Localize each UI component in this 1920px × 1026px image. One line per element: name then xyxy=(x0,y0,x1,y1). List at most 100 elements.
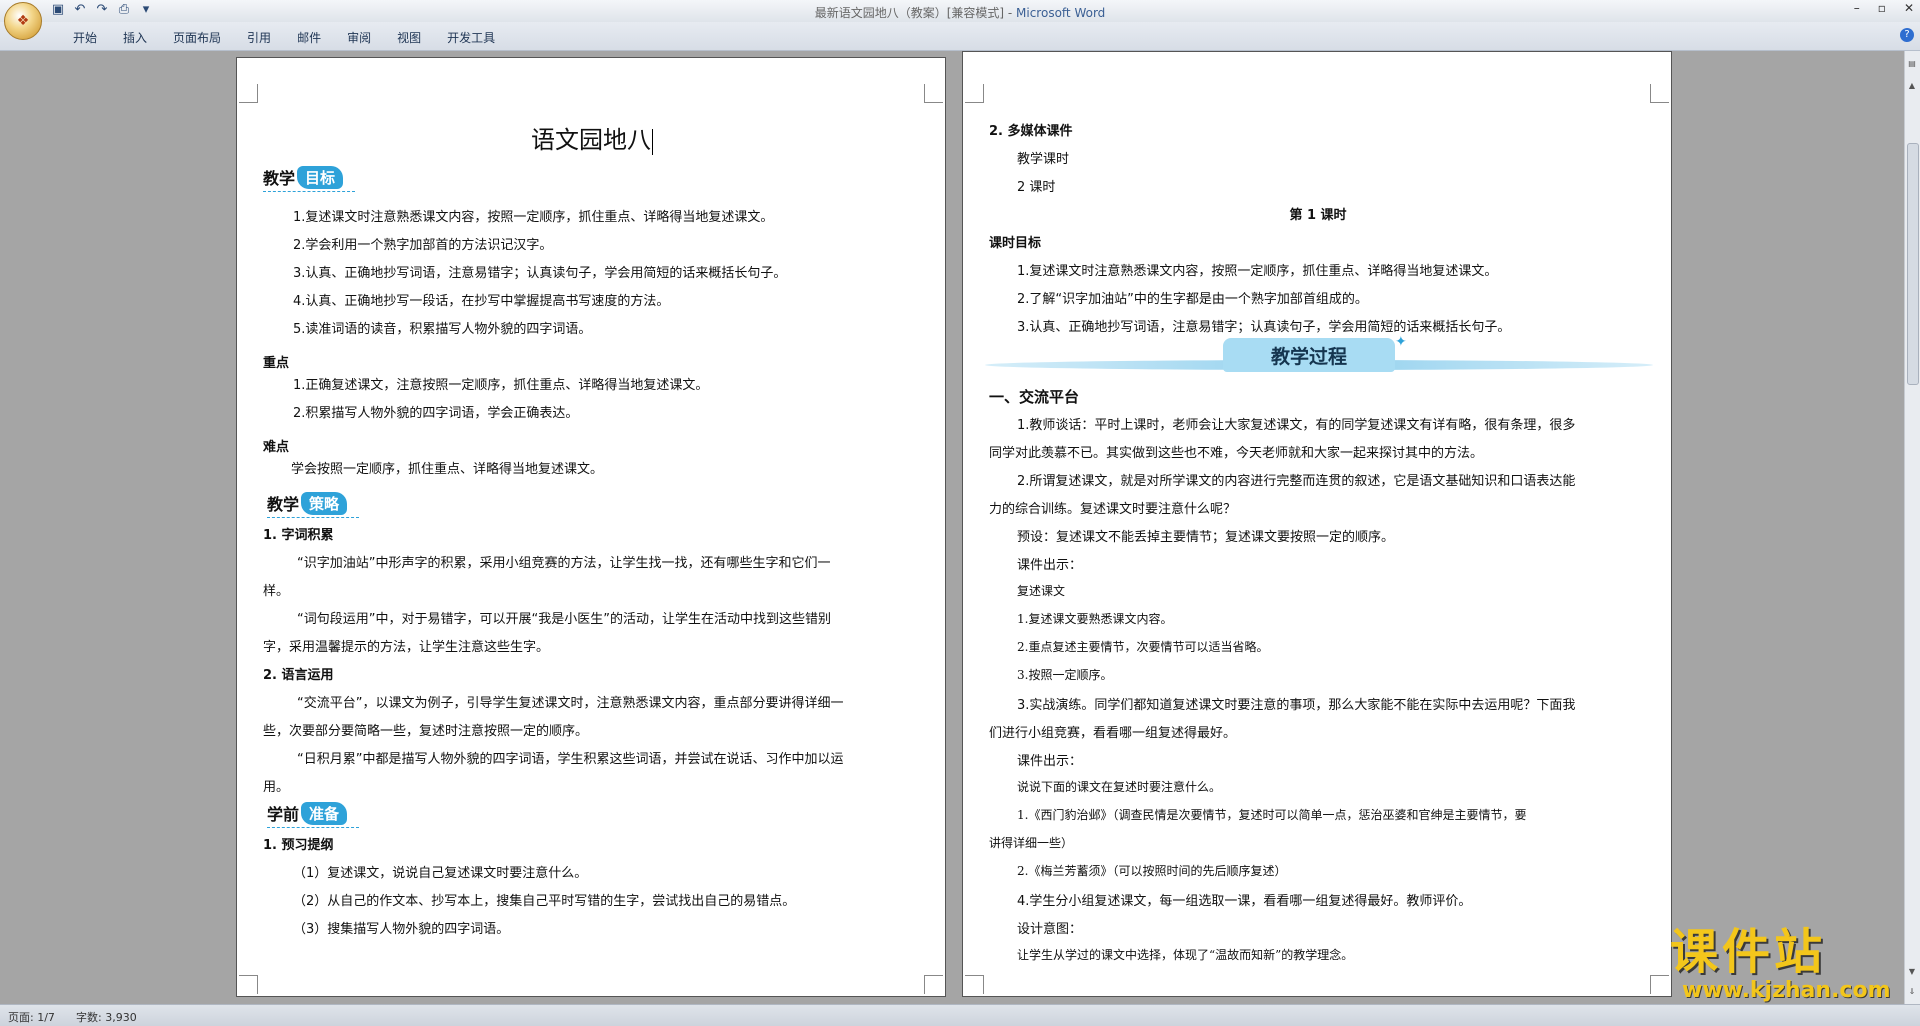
slide-line: 3.按照一定顺序。 xyxy=(1017,668,1113,682)
slide-line: 2.重点复述主要情节，次要情节可以适当省略。 xyxy=(1017,640,1269,654)
sparkle-icon: ✦ xyxy=(1395,334,1407,350)
window-title: 最新语文园地八（教案）[兼容模式] - Microsoft Word xyxy=(814,6,1106,20)
lesson-goal-item: 3.认真、正确地抄写词语，注意易错字；认真读句子，学会用简短的话来概括长句子。 xyxy=(1017,320,1511,335)
slide-line: 复述课文 xyxy=(1017,584,1066,598)
goal-item: 5.读准词语的读音，积累描写人物外貌的四字词语。 xyxy=(293,322,592,337)
word-count[interactable]: 字数: 3,930 xyxy=(76,1009,137,1025)
ribbon-tabs: 开始 插入 页面布局 引用 邮件 审阅 视图 开发工具 xyxy=(60,29,508,46)
ruler-toggle-icon[interactable]: ▤ xyxy=(1907,59,1917,69)
scroll-up-icon[interactable]: ▲ xyxy=(1907,81,1917,91)
close-icon[interactable]: ✕ xyxy=(1904,1,1914,15)
slide-line: 2.《梅兰芳蓄须》（可以按照时间的先后顺序复述） xyxy=(1017,864,1287,878)
prep-item: （3）搜集描写人物外貌的四字词语。 xyxy=(293,922,510,937)
banner-label: 教学过程 xyxy=(1223,338,1395,372)
goal-item: 3.认真、正确地抄写词语，注意易错字；认真读句子，学会用简短的话来概括长句子。 xyxy=(293,266,787,281)
ribbon-tab-bar: 开始 插入 页面布局 引用 邮件 审阅 视图 开发工具 ? xyxy=(0,22,1920,51)
window-controls: – ▫ ✕ xyxy=(1854,1,1914,15)
strategy-line: “交流平台”，以课文为例子，引导学生复述课文时，注意熟悉课文内容，重点部分要讲得… xyxy=(297,696,844,711)
part-heading: 一、交流平台 xyxy=(989,388,1080,406)
ribbon-tab[interactable]: 开发工具 xyxy=(434,29,508,46)
strategy-line: “日积月累”中都是描写人物外貌的四字词语，学生积累这些词语，并尝试在说话、习作中… xyxy=(297,752,844,767)
text-cursor xyxy=(652,128,653,155)
prep-heading: 1. 预习提纲 xyxy=(263,838,334,853)
document-workspace: 语文园地八 教学 目标 1.复述课文时注意熟悉课文内容，按照一定顺序，抓住重点、… xyxy=(0,51,1905,1004)
slide-line: 讲得详细一些） xyxy=(989,836,1074,850)
lesson-goal-item: 1.复述课文时注意熟悉课文内容，按照一定顺序，抓住重点、详略得当地复述课文。 xyxy=(1017,264,1498,279)
lesson-goal-item: 2.了解“识字加油站”中的生字都是由一个熟字加部首组成的。 xyxy=(1017,292,1368,307)
margin-corner xyxy=(965,84,984,103)
strategy-line: “识字加油站”中形声字的积累，采用小组竞赛的方法，让学生找一找，还有哪些生字和它… xyxy=(297,556,831,571)
strategy-heading: 1. 字词积累 xyxy=(263,528,334,543)
section-underline xyxy=(267,517,359,518)
slide-line: 1.复述课文要熟悉课文内容。 xyxy=(1017,612,1173,626)
margin-corner xyxy=(239,84,258,103)
vertical-scrollbar[interactable]: ▤ ▲ ▼ ⇓ xyxy=(1904,51,1920,1004)
body-line: 们进行小组竞赛，看看哪一组复述得最好。 xyxy=(989,726,1237,741)
goal-item: 2.学会利用一个熟字加部首的方法识记汉字。 xyxy=(293,238,553,253)
difficult-heading: 难点 xyxy=(263,440,290,455)
body-line: 课件出示： xyxy=(1017,754,1083,769)
margin-corner xyxy=(924,84,943,103)
section-underline xyxy=(267,827,359,828)
media-heading: 2. 多媒体课件 xyxy=(989,124,1073,139)
body-line: 设计意图： xyxy=(1017,922,1083,937)
ribbon-tab[interactable]: 引用 xyxy=(234,29,284,46)
office-button[interactable]: ❖ xyxy=(4,2,42,40)
margin-corner xyxy=(924,975,943,994)
strategy-line: 样。 xyxy=(263,584,290,599)
margin-corner xyxy=(965,975,984,994)
strategy-line: “词句段运用”中，对于易错字，可以开展“我是小医生”的活动，让学生在活动中找到这… xyxy=(297,612,831,627)
document-title[interactable]: 语文园地八 xyxy=(237,120,945,155)
help-icon[interactable]: ? xyxy=(1900,28,1914,42)
margin-corner xyxy=(239,975,258,994)
ribbon-tab[interactable]: 插入 xyxy=(110,29,160,46)
slide-line: 1.《西门豹治邺》（调查民情是次要情节，复述时可以简单一点，惩治巫婆和官绅是主要… xyxy=(1017,808,1527,822)
key-points-heading: 重点 xyxy=(263,356,290,371)
key-point-item: 1.正确复述课文，注意按照一定顺序，抓住重点、详略得当地复述课文。 xyxy=(293,378,709,393)
prep-item: （1）复述课文，说说自己复述课文时要注意什么。 xyxy=(293,866,588,881)
ribbon-tab[interactable]: 邮件 xyxy=(284,29,334,46)
class-hours-value: 2 课时 xyxy=(1017,180,1056,195)
ribbon-tab[interactable]: 开始 xyxy=(60,29,110,46)
page-count[interactable]: 页面: 1/7 xyxy=(8,1009,55,1025)
difficult-text: 学会按照一定顺序，抓住重点、详略得当地复述课文。 xyxy=(291,462,604,477)
slide-line: 说说下面的课文在复述时要注意什么。 xyxy=(1017,780,1222,794)
document-page-2: 2. 多媒体课件 教学课时 2 课时 第 1 课时 课时目标 1.复述课文时注意… xyxy=(962,51,1672,997)
status-bar: 页面: 1/7 字数: 3,930 xyxy=(0,1004,1920,1026)
document-page-1: 语文园地八 教学 目标 1.复述课文时注意熟悉课文内容，按照一定顺序，抓住重点、… xyxy=(236,57,946,997)
office-logo-icon: ❖ xyxy=(16,13,30,29)
goal-item: 1.复述课文时注意熟悉课文内容，按照一定顺序，抓住重点、详略得当地复述课文。 xyxy=(293,210,774,225)
strategy-heading: 2. 语言运用 xyxy=(263,668,334,683)
ribbon-tab[interactable]: 审阅 xyxy=(334,29,384,46)
prep-item: （2）从自己的作文本、抄写本上，搜集自己平时写错的生字，尝试找出自己的易错点。 xyxy=(293,894,796,909)
body-line: 预设：复述课文不能丢掉主要情节；复述课文要按照一定的顺序。 xyxy=(1017,530,1395,545)
margin-corner xyxy=(1650,975,1669,994)
lesson-title: 第 1 课时 xyxy=(1289,208,1347,223)
section-underline xyxy=(263,191,355,192)
watermark-url: www.kjzhan.com xyxy=(1682,978,1891,1003)
ribbon-tab[interactable]: 页面布局 xyxy=(160,29,234,46)
class-hours-label: 教学课时 xyxy=(1017,152,1070,167)
site-watermark: 课件站 www.kjzhan.com xyxy=(1670,926,1910,1003)
section-heading-strategy: 教学 策略 xyxy=(267,491,348,515)
strategy-line: 些，次要部分要简略一些，复述时注意按照一定的顺序。 xyxy=(263,724,589,739)
goal-item: 4.认真、正确地抄写一段话，在抄写中掌握提高书写速度的方法。 xyxy=(293,294,670,309)
slide-line: 让学生从学过的课文中选择，体现了“温故而知新”的教学理念。 xyxy=(1017,948,1354,962)
body-line: 1.教师谈话：平时上课时，老师会让大家复述课文，有的同学复述课文有详有略，很有条… xyxy=(1017,418,1576,433)
strategy-line: 字，采用温馨提示的方法，让学生注意这些生字。 xyxy=(263,640,550,655)
lesson-goal-heading: 课时目标 xyxy=(989,236,1042,251)
ribbon-tab[interactable]: 视图 xyxy=(384,29,434,46)
section-heading-prep: 学前 准备 xyxy=(267,801,348,825)
title-bar: ▣ ↶ ↷ ⎙ ▾ 最新语文园地八（教案）[兼容模式] - Microsoft … xyxy=(0,0,1920,22)
scroll-thumb[interactable] xyxy=(1907,143,1919,385)
section-heading-goal: 教学 目标 xyxy=(263,165,344,189)
watermark-logo: 课件站 xyxy=(1670,924,1827,980)
body-line: 3.实战演练。同学们都知道复述课文时要注意的事项，那么大家能不能在实际中去运用呢… xyxy=(1017,698,1576,713)
app-name: Microsoft Word xyxy=(1016,6,1106,20)
minimize-icon[interactable]: – xyxy=(1854,1,1860,15)
teaching-process-banner: 教学过程 ✦ xyxy=(985,334,1653,374)
body-line: 同学对此羡慕不已。其实做到这些也不难，今天老师就和大家一起来探讨其中的方法。 xyxy=(989,446,1484,461)
maximize-icon[interactable]: ▫ xyxy=(1878,1,1886,15)
body-line: 2.所谓复述课文，就是对所学课文的内容进行完整而连贯的叙述，它是语文基础知识和口… xyxy=(1017,474,1576,489)
strategy-line: 用。 xyxy=(263,780,290,795)
